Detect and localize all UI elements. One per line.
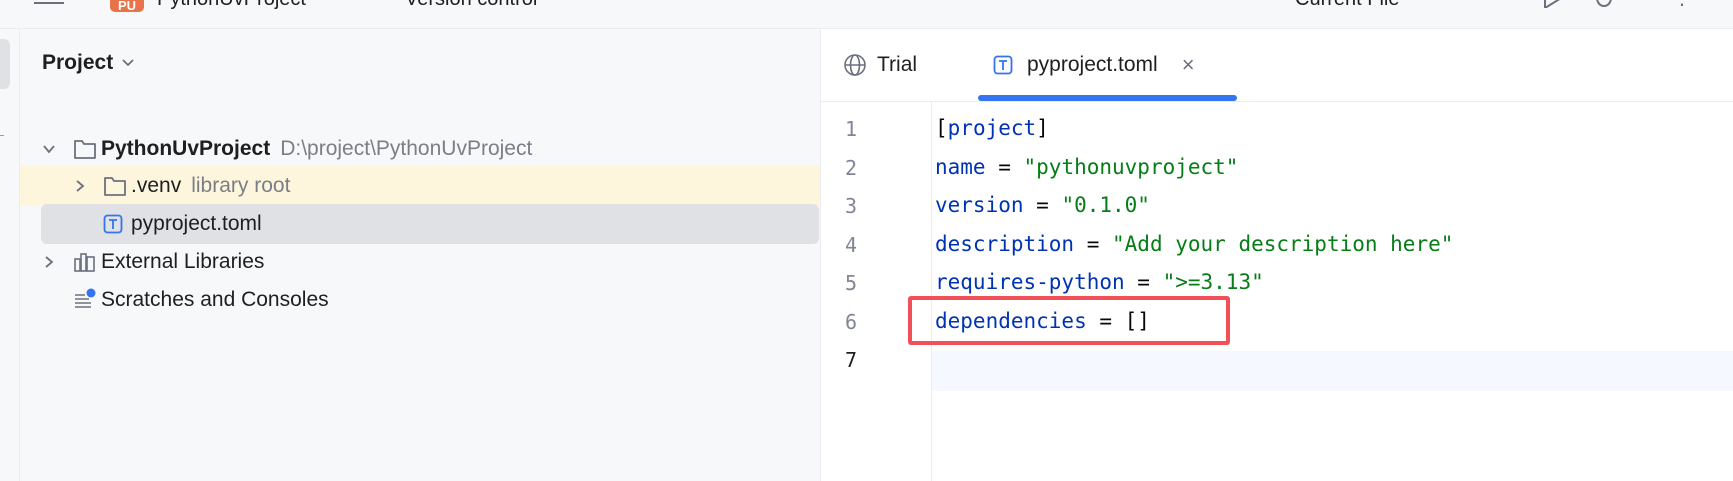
code-line[interactable]: [project] <box>935 109 1049 147</box>
libraries-icon <box>74 253 95 272</box>
run-icon[interactable] <box>1540 0 1562 8</box>
panel-title: Project <box>42 51 114 74</box>
code-line[interactable]: requires-python = ">=3.13" <box>935 263 1264 301</box>
tree-item-label: .venv library root <box>131 174 290 198</box>
folder-icon <box>104 177 126 196</box>
editor-tab-bar: Trial pyproject.toml × <box>821 29 1733 102</box>
code-key: version <box>935 193 1024 217</box>
code-string: "0.1.0" <box>1061 193 1150 217</box>
project-root-path: D:\project\PythonUvProject <box>280 137 533 160</box>
folder-icon <box>74 140 96 159</box>
tree-item-label: Scratches and Consoles <box>101 288 329 311</box>
toml-file-icon <box>103 214 123 234</box>
code-punctuation: [ <box>935 116 948 140</box>
chevron-right-icon[interactable] <box>73 179 87 193</box>
close-icon[interactable]: × <box>1182 52 1195 78</box>
tree-item-scratches[interactable]: Scratches and Consoles <box>20 280 820 320</box>
tree-item-label: External Libraries <box>101 250 265 273</box>
code-string: "pythonuvproject" <box>1023 154 1239 179</box>
tree-item-pyproject-toml[interactable]: pyproject.toml <box>41 204 819 244</box>
code-line[interactable]: version = "0.1.0" <box>935 186 1150 224</box>
code-punctuation: = <box>1023 193 1062 217</box>
editor-area: Trial pyproject.toml × 1 2 3 4 5 6 7 [project]… <box>821 29 1733 481</box>
code-punctuation: ] <box>1036 116 1049 140</box>
code-punctuation: = <box>985 154 1024 179</box>
active-tab-indicator <box>978 95 1237 101</box>
venv-name: .venv <box>131 174 182 197</box>
more-icon[interactable]: ⋮ <box>1672 0 1712 10</box>
code-punctuation: = <box>1124 270 1163 294</box>
project-view-selector[interactable]: Project <box>42 51 135 75</box>
tab-trial[interactable]: Trial <box>843 29 917 101</box>
chevron-right-icon[interactable] <box>42 255 56 269</box>
code-line[interactable]: name = "pythonuvproject" <box>935 148 1238 186</box>
line-number: 4 <box>845 232 858 257</box>
line-number: 1 <box>845 117 858 141</box>
code-punctuation: = <box>1074 231 1113 256</box>
tree-item-venv[interactable]: .venv library root <box>20 166 820 206</box>
line-number: 2 <box>845 155 858 180</box>
code-punctuation: = <box>1086 308 1125 333</box>
debug-icon[interactable] <box>1593 0 1615 8</box>
code-string: "Add your description here" <box>1112 231 1454 256</box>
project-tool-button[interactable] <box>0 39 10 89</box>
line-number: 3 <box>845 194 858 218</box>
code-string: ">=3.13" <box>1162 270 1264 294</box>
chevron-down-icon <box>122 59 134 67</box>
globe-icon <box>844 54 866 76</box>
code-line[interactable]: dependencies = [] <box>935 302 1150 340</box>
vcs-widget[interactable]: Version control <box>405 0 537 11</box>
tool-separator <box>0 135 4 136</box>
code-key: dependencies <box>935 308 1087 333</box>
tab-label: pyproject.toml <box>1027 53 1158 76</box>
left-tool-window-bar <box>0 29 20 481</box>
line-number: 5 <box>845 271 858 295</box>
tree-item-label: pyproject.toml <box>131 212 262 235</box>
tab-pyproject-toml[interactable]: pyproject.toml × <box>993 29 1195 101</box>
toml-file-icon <box>993 55 1013 75</box>
project-tool-window: Project PythonUvProject D:\project\Python… <box>20 29 821 481</box>
code-line[interactable]: description = "Add your description here… <box>935 225 1453 263</box>
line-number-gutter[interactable]: 1 2 3 4 5 6 7 <box>821 102 932 481</box>
title-bar: PU PythonUvProject Version control Curre… <box>0 0 1733 29</box>
hamburger-menu-icon[interactable] <box>34 0 64 6</box>
scratches-icon <box>75 288 96 308</box>
project-switcher[interactable]: PythonUvProject <box>157 0 306 11</box>
line-number: 6 <box>845 309 858 334</box>
project-root-name: PythonUvProject <box>101 137 271 160</box>
code-punctuation: [] <box>1124 308 1150 333</box>
chevron-down-icon[interactable] <box>42 142 56 156</box>
code-key: requires-python <box>935 270 1125 294</box>
run-config-selector[interactable]: Current File <box>1295 0 1399 11</box>
tree-item-project-root[interactable]: PythonUvProject D:\project\PythonUvProjec… <box>20 129 820 169</box>
code-key: project <box>947 116 1037 140</box>
venv-hint: library root <box>191 174 291 197</box>
caret-line-highlight <box>932 351 1733 391</box>
tab-label: Trial <box>877 53 918 76</box>
line-number: 7 <box>845 348 858 372</box>
project-badge[interactable]: PU <box>110 0 144 13</box>
tree-item-label: PythonUvProject D:\project\PythonUvProjec… <box>101 137 532 161</box>
tree-item-external-libraries[interactable]: External Libraries <box>20 242 820 282</box>
code-key: description <box>935 231 1075 256</box>
code-key: name <box>935 154 986 179</box>
